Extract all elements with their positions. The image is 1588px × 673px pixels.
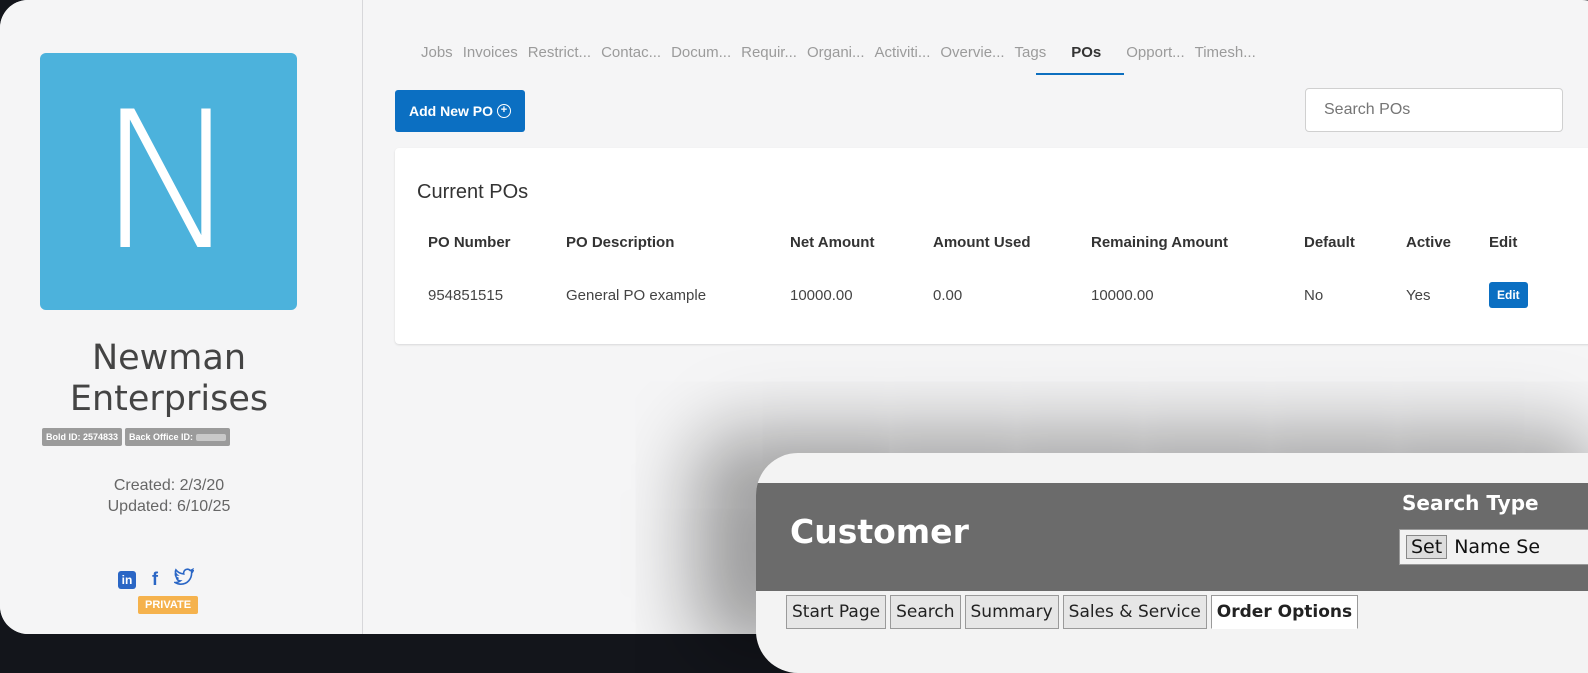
- tab-documents[interactable]: Docum...: [671, 44, 731, 61]
- company-name-line1: Newman: [91, 338, 247, 378]
- tab-invoices[interactable]: Invoices: [463, 44, 518, 61]
- col-remaining-amount: Remaining Amount: [1091, 234, 1228, 251]
- facebook-icon[interactable]: f: [152, 569, 158, 590]
- cell-po-description: General PO example: [566, 287, 707, 304]
- cell-po-number: 954851515: [428, 287, 504, 304]
- edit-button[interactable]: Edit: [1489, 282, 1528, 308]
- twitter-icon[interactable]: [172, 567, 195, 591]
- col-default: Default: [1304, 234, 1355, 251]
- col-po-number: PO Number: [428, 234, 511, 251]
- cell-net-amount: 10000.00: [790, 287, 853, 304]
- social-links: in f: [118, 567, 195, 591]
- record-dates: Created: 2/3/20 Updated: 6/10/25: [0, 475, 338, 517]
- redacted-value: [196, 434, 227, 442]
- tab-summary[interactable]: Summary: [964, 595, 1059, 629]
- col-active: Active: [1406, 234, 1452, 251]
- tab-restrictions[interactable]: Restrict...: [528, 44, 591, 61]
- record-tabs: Jobs Invoices Restrict... Contac... Docu…: [421, 44, 1256, 75]
- current-pos-card: Current POs PO Number PO Description Net…: [395, 148, 1588, 344]
- customer-header: Customer Search Type Set Name Se: [756, 483, 1588, 591]
- card-title: Current POs: [417, 181, 529, 203]
- tab-tags[interactable]: Tags: [1015, 44, 1047, 61]
- tab-pos[interactable]: POs: [1036, 44, 1125, 75]
- search-type-value: Name Se: [1454, 536, 1541, 558]
- add-new-po-label: Add New PO: [409, 103, 494, 119]
- customer-window-overlay: Customer Search Type Set Name Se Start P…: [756, 453, 1588, 673]
- privacy-badge: PRIVATE: [138, 596, 199, 614]
- updated-date: Updated: 6/10/25: [107, 498, 231, 515]
- tab-requirements[interactable]: Requir...: [741, 44, 797, 61]
- tab-timesheets[interactable]: Timesh...: [1195, 44, 1256, 61]
- tab-jobs[interactable]: Jobs: [421, 44, 453, 61]
- back-office-id-badge: Back Office ID:: [125, 428, 231, 446]
- add-new-po-button[interactable]: Add New PO +: [395, 90, 526, 132]
- company-name: Newman Enterprises: [0, 338, 338, 420]
- tab-opportunities[interactable]: Opport...: [1126, 44, 1184, 61]
- company-name-line2: Enterprises: [69, 379, 269, 419]
- col-edit: Edit: [1489, 234, 1518, 251]
- tab-activities[interactable]: Activiti...: [875, 44, 931, 61]
- tab-contacts[interactable]: Contac...: [601, 44, 661, 61]
- tab-sales-service[interactable]: Sales & Service: [1062, 595, 1207, 629]
- created-date: Created: 2/3/20: [113, 477, 225, 494]
- tab-organization[interactable]: Organi...: [807, 44, 865, 61]
- tab-order-options[interactable]: Order Options: [1210, 595, 1359, 629]
- back-office-id-label: Back Office ID:: [129, 432, 194, 442]
- tab-search[interactable]: Search: [890, 595, 961, 629]
- cell-default: No: [1304, 287, 1324, 304]
- search-pos-input[interactable]: [1305, 88, 1563, 132]
- tab-overview[interactable]: Overvie...: [940, 44, 1004, 61]
- id-badges: Bold ID: 2574833 Back Office ID:: [42, 428, 231, 446]
- set-button[interactable]: Set: [1406, 535, 1448, 559]
- search-type-label: Search Type: [1402, 491, 1539, 515]
- cell-active: Yes: [1406, 287, 1431, 304]
- cell-remaining-amount: 10000.00: [1091, 287, 1154, 304]
- bold-id-badge: Bold ID: 2574833: [42, 428, 123, 446]
- company-sidebar: N Newman Enterprises Bold ID: 2574833 Ba…: [0, 0, 363, 634]
- col-net-amount: Net Amount: [790, 234, 875, 251]
- linkedin-icon[interactable]: in: [118, 570, 136, 589]
- customer-title: Customer: [790, 512, 969, 551]
- col-po-description: PO Description: [566, 234, 675, 251]
- tab-start-page[interactable]: Start Page: [786, 595, 887, 629]
- customer-tabs: Start Page Search Summary Sales & Servic…: [786, 595, 1359, 629]
- search-type-field[interactable]: Set Name Se: [1399, 529, 1588, 565]
- col-amount-used: Amount Used: [933, 234, 1031, 251]
- cell-amount-used: 0.00: [933, 287, 963, 304]
- company-avatar: N: [40, 53, 297, 310]
- plus-circle-icon: +: [497, 104, 512, 118]
